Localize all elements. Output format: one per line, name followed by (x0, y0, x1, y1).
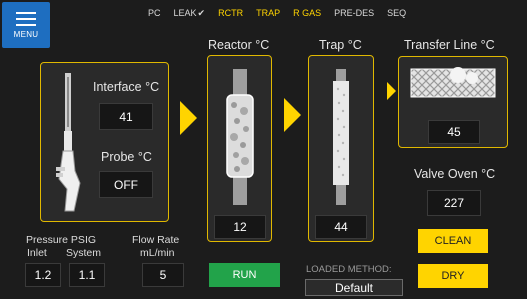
step-seq[interactable]: SEQ (387, 8, 406, 20)
pressure-label: Pressure PSIG (26, 234, 97, 246)
clean-button[interactable]: CLEAN (418, 229, 488, 253)
loaded-method-value[interactable]: Default (305, 279, 403, 296)
step-rctr[interactable]: RCTR (218, 8, 243, 20)
trap-label: Trap °C (319, 38, 362, 52)
dry-button[interactable]: DRY (418, 264, 488, 288)
transfer-line-value[interactable]: 45 (428, 120, 480, 144)
arrow-right-icon (284, 98, 301, 132)
transfer-line-icon (410, 67, 496, 98)
probe-value[interactable]: OFF (99, 171, 153, 198)
system-value[interactable]: 1.1 (69, 263, 105, 287)
step-pc[interactable]: PC (148, 8, 161, 20)
arrow-right-icon (180, 101, 197, 135)
trap-tube-icon (333, 69, 349, 205)
check-icon: ✔ (197, 8, 206, 18)
hamburger-icon (16, 11, 36, 26)
trap-value[interactable]: 44 (315, 215, 367, 239)
inlet-label: Inlet (27, 247, 47, 259)
step-nav: PC LEAK✔ RCTR TRAP R GAS PRE-DES SEQ (148, 8, 406, 20)
inlet-value[interactable]: 1.2 (25, 263, 61, 287)
reactor-value[interactable]: 12 (214, 215, 266, 239)
arrow-right-icon (387, 82, 396, 100)
run-button[interactable]: RUN (209, 263, 280, 287)
probe-label: Probe °C (101, 150, 152, 164)
trap-panel: 44 (308, 55, 374, 242)
probe-panel: Interface °C 41 Probe °C OFF (40, 62, 169, 222)
flow-rate-unit: mL/min (140, 247, 175, 259)
step-trap[interactable]: TRAP (256, 8, 280, 20)
valve-oven-label: Valve Oven °C (414, 167, 496, 181)
step-leak[interactable]: LEAK✔ (174, 8, 206, 20)
step-pre-des[interactable]: PRE-DES (334, 8, 374, 20)
menu-label: MENU (13, 29, 39, 39)
transfer-line-label: Transfer Line °C (404, 38, 495, 52)
step-r-gas[interactable]: R GAS (293, 8, 321, 20)
reactor-tube-icon (226, 69, 254, 205)
flow-rate-label: Flow Rate (132, 234, 180, 246)
flow-rate-value[interactable]: 5 (142, 263, 184, 287)
interface-value[interactable]: 41 (99, 103, 153, 130)
reactor-label: Reactor °C (208, 38, 270, 52)
probe-icon (56, 73, 81, 212)
reactor-panel: 12 (207, 55, 272, 242)
valve-oven-value[interactable]: 227 (427, 190, 481, 216)
menu-button[interactable]: MENU (2, 2, 50, 48)
loaded-method-label: LOADED METHOD: (306, 264, 392, 275)
step-leak-label: LEAK (173, 8, 197, 18)
interface-label: Interface °C (93, 80, 160, 94)
system-label: System (66, 247, 102, 259)
transfer-line-panel: 45 (398, 56, 508, 148)
